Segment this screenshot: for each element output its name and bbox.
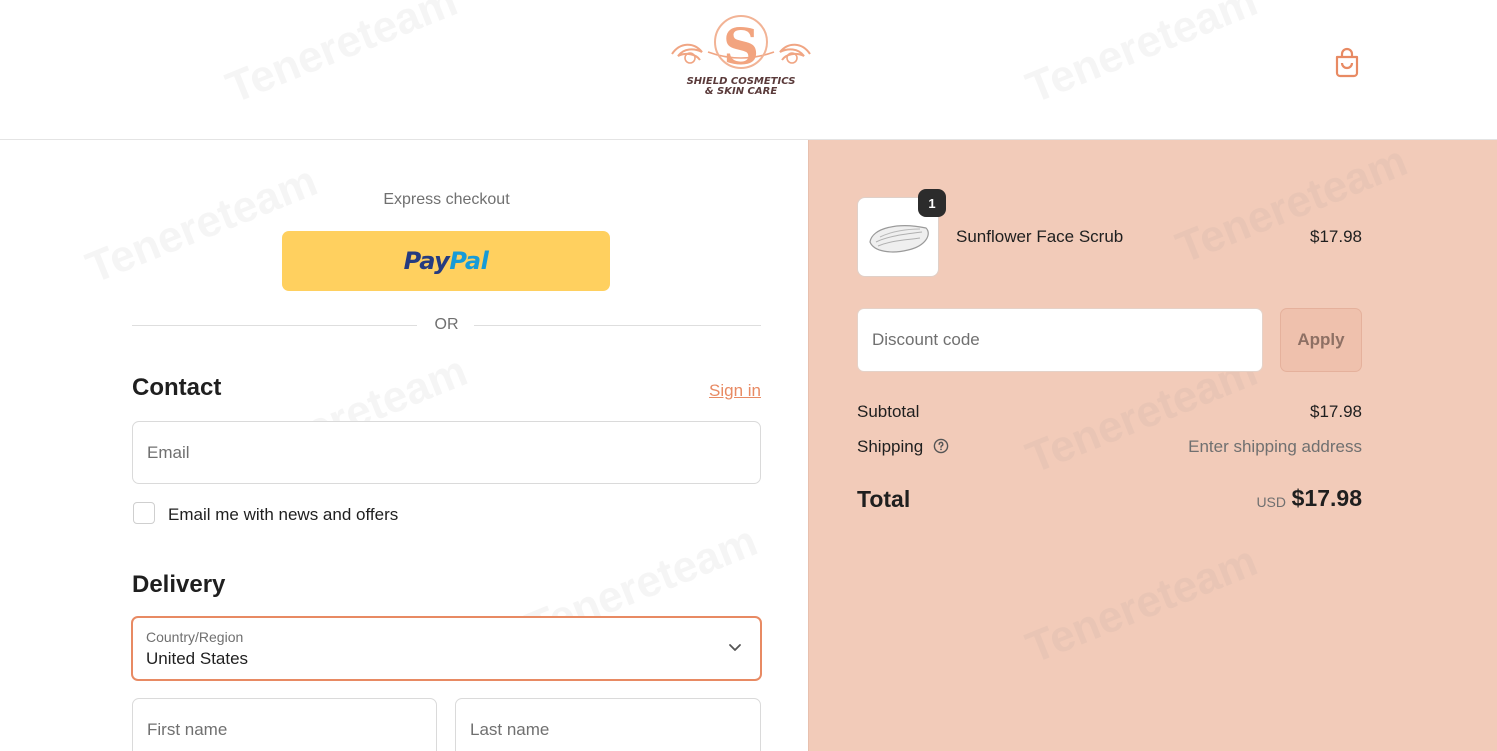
email-input[interactable]	[133, 422, 760, 483]
shipping-value: Enter shipping address	[1188, 437, 1362, 456]
product-price: $17.98	[1310, 227, 1362, 246]
product-name: Sunflower Face Scrub	[956, 227, 1124, 246]
country-select[interactable]: Country/Region United States	[131, 616, 762, 681]
brand-emblem-icon: S	[671, 15, 811, 76]
country-value: United States	[146, 649, 249, 668]
subtotal-label: Subtotal	[857, 402, 920, 421]
chevron-down-icon	[729, 644, 741, 651]
discount-input[interactable]	[858, 309, 1262, 371]
last-name-input[interactable]	[456, 699, 760, 751]
subtotal-value: $17.98	[1310, 402, 1362, 421]
delivery-title: Delivery	[132, 571, 226, 598]
help-icon[interactable]	[933, 438, 949, 454]
header: S SHIELD COSMETICS & SKIN CARE	[0, 0, 1497, 140]
newsletter-checkbox[interactable]	[133, 502, 155, 524]
svg-text:S: S	[723, 17, 759, 74]
total-value: $17.98	[1291, 485, 1362, 511]
email-field[interactable]	[132, 421, 761, 484]
total-label: Total	[857, 486, 911, 512]
express-checkout-label: Express checkout	[383, 191, 510, 208]
brand-logo[interactable]: S SHIELD COSMETICS & SKIN CARE	[668, 14, 820, 106]
shipping-label: Shipping	[857, 437, 924, 456]
newsletter-label: Email me with news and offers	[168, 505, 399, 524]
brand-name: SHIELD COSMETICS & SKIN CARE	[686, 76, 796, 97]
first-name-input[interactable]	[133, 699, 436, 751]
cart-button[interactable]	[1332, 46, 1362, 78]
quantity-badge: 1	[918, 189, 946, 217]
shopping-bag-icon	[1335, 47, 1359, 78]
total-currency: USD	[1256, 494, 1286, 510]
or-divider: OR	[132, 315, 761, 335]
apply-discount-button[interactable]: Apply	[1280, 308, 1362, 372]
paypal-logo: PayPal	[403, 247, 489, 275]
country-label: Country/Region	[146, 629, 244, 645]
contact-title: Contact	[132, 374, 222, 401]
first-name-field[interactable]	[132, 698, 437, 751]
sign-in-link[interactable]: Sign in	[700, 381, 761, 401]
discount-field[interactable]	[857, 308, 1263, 372]
last-name-field[interactable]	[455, 698, 761, 751]
paypal-button[interactable]: PayPal	[282, 231, 610, 291]
